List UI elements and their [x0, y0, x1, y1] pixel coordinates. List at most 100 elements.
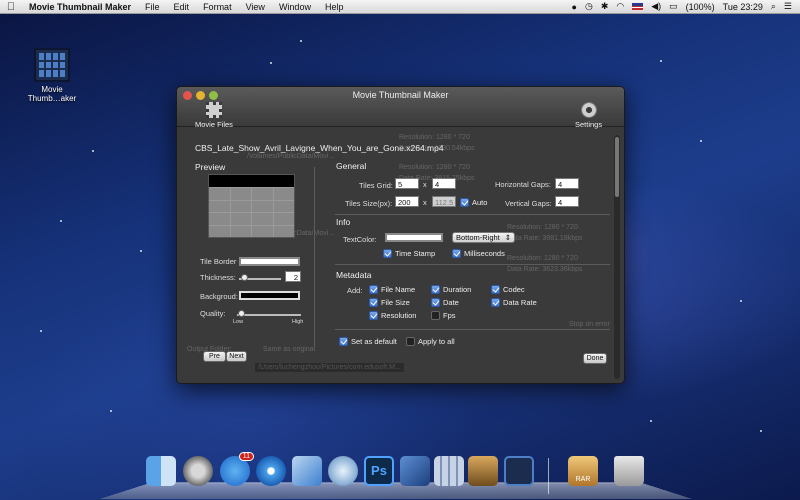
time-stamp-checkbox-box[interactable]: [383, 249, 392, 258]
next-button[interactable]: Next: [226, 351, 247, 362]
battery-percent: (100%): [685, 1, 715, 12]
time-stamp-checkbox[interactable]: Time Stamp: [383, 249, 435, 258]
film-strip-icon: [205, 102, 222, 118]
position-select[interactable]: Bottom-Right ⇕: [452, 232, 515, 243]
set-as-default-checkbox[interactable]: Set as default: [339, 337, 397, 346]
milliseconds-checkbox[interactable]: Milliseconds: [452, 249, 505, 258]
codec-checkbox-box[interactable]: [491, 285, 500, 294]
tile-height-field[interactable]: 112.5: [432, 196, 456, 207]
background-color-well[interactable]: [239, 291, 300, 300]
auto-checkbox-box[interactable]: [460, 198, 469, 207]
data-rate-checkbox-box[interactable]: [491, 298, 500, 307]
bg-datarate-4: Data Rate: 3623.36kbps: [507, 266, 583, 273]
data-rate-checkbox[interactable]: Data Rate: [491, 298, 537, 307]
tiles-grid-label: Tiles Grid:: [359, 181, 393, 190]
file-size-checkbox[interactable]: File Size: [369, 298, 410, 307]
quality-label: Quality:: [200, 309, 226, 318]
date-checkbox[interactable]: Date: [431, 298, 459, 307]
rar-archive-icon[interactable]: RAR: [568, 456, 598, 486]
file-name-label: File Name: [381, 285, 416, 294]
menu-bar:  Movie Thumbnail Maker File Edit Format…: [0, 0, 800, 14]
resolution-checkbox[interactable]: Resolution: [369, 311, 416, 320]
pre-button[interactable]: Pre: [203, 351, 226, 362]
vertical-gaps-field[interactable]: 4: [555, 196, 579, 207]
rar-label: RAR: [575, 476, 591, 483]
bg-output-path: /Users/luchengzhou/Pictures/com.edusoft.…: [255, 363, 404, 372]
auto-label: Auto: [472, 198, 488, 207]
apply-to-all-checkbox-box[interactable]: [406, 337, 415, 346]
main-window: Movie Thumbnail Maker Movie Files Settin…: [176, 86, 625, 384]
list-icon[interactable]: ☰: [784, 1, 792, 12]
app-store-icon[interactable]: 11: [220, 452, 254, 486]
codec-checkbox[interactable]: Codec: [491, 285, 525, 294]
movie-thumbnail-maker-dock-icon[interactable]: [504, 456, 534, 486]
trash-icon[interactable]: [614, 456, 644, 486]
photo-app-icon[interactable]: [468, 456, 498, 486]
menu-window[interactable]: Window: [272, 2, 318, 12]
resolution-checkbox-box[interactable]: [369, 311, 378, 320]
thickness-slider-knob[interactable]: [241, 274, 248, 281]
desktop-app-icon[interactable]: Movie Thumb…aker: [24, 48, 80, 103]
quality-slider-knob[interactable]: [238, 310, 245, 317]
safari-icon[interactable]: [256, 456, 286, 486]
tiles-grid-rows-field[interactable]: 4: [432, 178, 456, 189]
movie-files-button[interactable]: Movie Files: [195, 102, 233, 129]
file-size-checkbox-box[interactable]: [369, 298, 378, 307]
bluetooth-icon[interactable]: ✱: [601, 1, 609, 12]
finder-icon[interactable]: [146, 456, 176, 486]
menu-edit[interactable]: Edit: [167, 2, 197, 12]
settings-button[interactable]: Settings: [575, 102, 602, 129]
bg-resolution-2: Resolution: 1280 * 720: [399, 164, 470, 171]
xcode-icon[interactable]: [400, 456, 430, 486]
battery-icon[interactable]: ▭: [669, 1, 678, 12]
date-label: Date: [443, 298, 459, 307]
photoshop-icon[interactable]: Ps: [364, 456, 394, 486]
file-name-checkbox-box[interactable]: [369, 285, 378, 294]
menubar-clock[interactable]: Tue 23:29: [723, 2, 763, 12]
milliseconds-checkbox-box[interactable]: [452, 249, 461, 258]
set-as-default-checkbox-box[interactable]: [339, 337, 348, 346]
tile-border-label: Tile Border: [200, 257, 237, 266]
horizontal-gaps-field[interactable]: 4: [555, 178, 579, 189]
auto-checkbox[interactable]: Auto: [460, 198, 487, 207]
file-name-checkbox[interactable]: File Name: [369, 285, 415, 294]
menu-view[interactable]: View: [239, 2, 272, 12]
text-color-well[interactable]: [385, 233, 443, 242]
quality-slider[interactable]: [237, 314, 301, 316]
xcode-app-icon[interactable]: [292, 456, 322, 486]
scrollbar-thumb[interactable]: [615, 137, 619, 197]
tile-border-color-well[interactable]: [239, 257, 300, 266]
thickness-value-field[interactable]: 2: [285, 271, 301, 282]
date-checkbox-box[interactable]: [431, 298, 440, 307]
spotlight-icon[interactable]: ⌕: [771, 1, 776, 12]
menu-format[interactable]: Format: [196, 2, 239, 12]
scrollbar[interactable]: [614, 135, 620, 379]
flag-icon[interactable]: [632, 3, 644, 10]
instruments-icon[interactable]: [434, 456, 464, 486]
fps-label: Fps: [443, 311, 456, 320]
fps-checkbox-box[interactable]: [431, 311, 440, 320]
volume-icon[interactable]: ◀): [651, 1, 661, 12]
movie-filename: CBS_Late_Show_Avril_Lavigne_When_You_are…: [195, 143, 444, 153]
status-icon[interactable]: ●: [572, 2, 577, 12]
apple-icon[interactable]: : [0, 1, 22, 13]
time-machine-icon[interactable]: ◷: [585, 1, 593, 12]
bg-resolution-1: Resolution: 1280 * 720: [399, 134, 470, 141]
file-size-label: File Size: [381, 298, 410, 307]
quality-high-label: High: [292, 319, 304, 325]
wifi-icon[interactable]: ◠: [616, 1, 624, 12]
duration-checkbox-box[interactable]: [431, 285, 440, 294]
dock: 11 Ps RAR: [99, 452, 693, 500]
duration-checkbox[interactable]: Duration: [431, 285, 471, 294]
launchpad-icon[interactable]: [183, 456, 213, 486]
tiles-grid-columns-field[interactable]: 5: [395, 178, 419, 189]
apply-to-all-checkbox[interactable]: Apply to all: [406, 337, 455, 346]
done-button[interactable]: Done: [583, 353, 607, 364]
vertical-gaps-label: Vertical Gaps:: [505, 199, 552, 208]
menu-help[interactable]: Help: [318, 2, 351, 12]
sphere-app-icon[interactable]: [328, 456, 358, 486]
fps-checkbox[interactable]: Fps: [431, 311, 456, 320]
menu-file[interactable]: File: [138, 2, 167, 12]
tile-width-field[interactable]: 200: [395, 196, 419, 207]
menu-app-name[interactable]: Movie Thumbnail Maker: [22, 2, 138, 12]
